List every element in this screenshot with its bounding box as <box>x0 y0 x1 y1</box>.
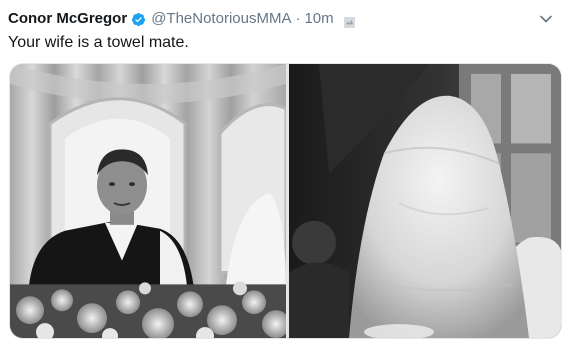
wedding-photo-right[interactable] <box>289 64 561 338</box>
display-name[interactable]: Conor McGregor <box>8 9 127 29</box>
wedding-photo-left[interactable] <box>10 64 286 338</box>
timestamp[interactable]: 10m <box>304 9 333 29</box>
chevron-down-icon[interactable] <box>539 12 553 26</box>
user-handle[interactable]: @TheNotoriousMMA <box>151 9 291 29</box>
separator-dot: · <box>295 10 301 27</box>
verified-badge-icon <box>131 12 146 27</box>
bird-icon <box>343 14 355 28</box>
tweet-header: Conor McGregor @TheNotoriousMMA · 10m <box>8 9 559 29</box>
tweet-text: Your wife is a towel mate. <box>8 34 189 51</box>
tweet-media-grid <box>9 63 562 339</box>
